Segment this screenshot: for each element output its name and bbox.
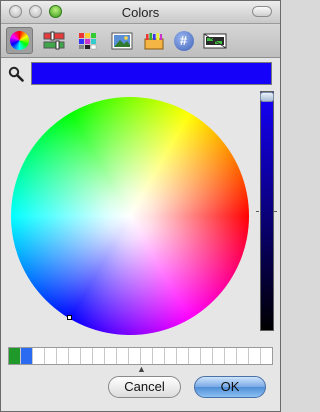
colors-window: Colors # ▲ Cancel OK [0, 0, 281, 412]
empty-swatch[interactable] [57, 348, 69, 364]
empty-swatch[interactable] [81, 348, 93, 364]
empty-swatch[interactable] [93, 348, 105, 364]
empty-swatch[interactable] [69, 348, 81, 364]
empty-swatch[interactable] [141, 348, 153, 364]
empty-swatch[interactable] [45, 348, 57, 364]
empty-swatch[interactable] [261, 348, 273, 364]
saved-color-swatch[interactable] [21, 348, 33, 364]
color-panel: ▲ Cancel OK [1, 58, 280, 411]
empty-swatch[interactable] [117, 348, 129, 364]
empty-swatch[interactable] [189, 348, 201, 364]
color-wheel[interactable] [11, 97, 249, 335]
tab-color-wheel[interactable] [6, 27, 33, 54]
tab-color-palettes[interactable] [74, 27, 101, 54]
tab-spectrum[interactable] [201, 27, 228, 54]
tab-hex-input[interactable]: # [170, 27, 197, 54]
empty-swatch[interactable] [165, 348, 177, 364]
brightness-slider-thumb[interactable] [260, 92, 274, 102]
sliders-icon [43, 31, 64, 49]
color-wheel-saturation [11, 97, 249, 335]
slider-tick [274, 211, 277, 212]
title-bar: Colors [1, 1, 280, 24]
tab-color-sliders[interactable] [40, 27, 67, 54]
empty-swatch[interactable] [249, 348, 261, 364]
ok-button[interactable]: OK [194, 376, 266, 398]
empty-swatch[interactable] [237, 348, 249, 364]
cancel-button[interactable]: Cancel [108, 376, 181, 398]
toolbar-toggle-button[interactable] [252, 6, 272, 17]
mode-toolbar: # [1, 24, 280, 58]
empty-swatch[interactable] [33, 348, 45, 364]
empty-swatch[interactable] [153, 348, 165, 364]
window-title: Colors [121, 5, 160, 20]
empty-swatch[interactable] [201, 348, 213, 364]
saved-color-swatch[interactable] [9, 348, 21, 364]
empty-swatch[interactable] [225, 348, 237, 364]
palette-grid-icon [78, 32, 96, 49]
empty-swatch[interactable] [213, 348, 225, 364]
color-wheel-icon [10, 31, 29, 50]
tab-image-palettes[interactable] [108, 27, 135, 54]
saved-colors-palette[interactable] [8, 347, 273, 365]
empty-swatch[interactable] [177, 348, 189, 364]
brightness-slider[interactable] [260, 91, 274, 331]
current-color-swatch[interactable] [31, 62, 272, 85]
crayons-icon [144, 32, 163, 49]
tab-crayons[interactable] [140, 27, 167, 54]
slider-tick [256, 211, 259, 212]
empty-swatch[interactable] [105, 348, 117, 364]
hash-icon: # [173, 30, 194, 51]
spectrum-icon [203, 33, 226, 48]
palette-resize-handle[interactable]: ▲ [137, 364, 146, 374]
image-icon [111, 32, 132, 49]
magnifier-icon[interactable] [8, 66, 24, 82]
color-wheel-cursor[interactable] [67, 315, 72, 320]
empty-swatch[interactable] [129, 348, 141, 364]
